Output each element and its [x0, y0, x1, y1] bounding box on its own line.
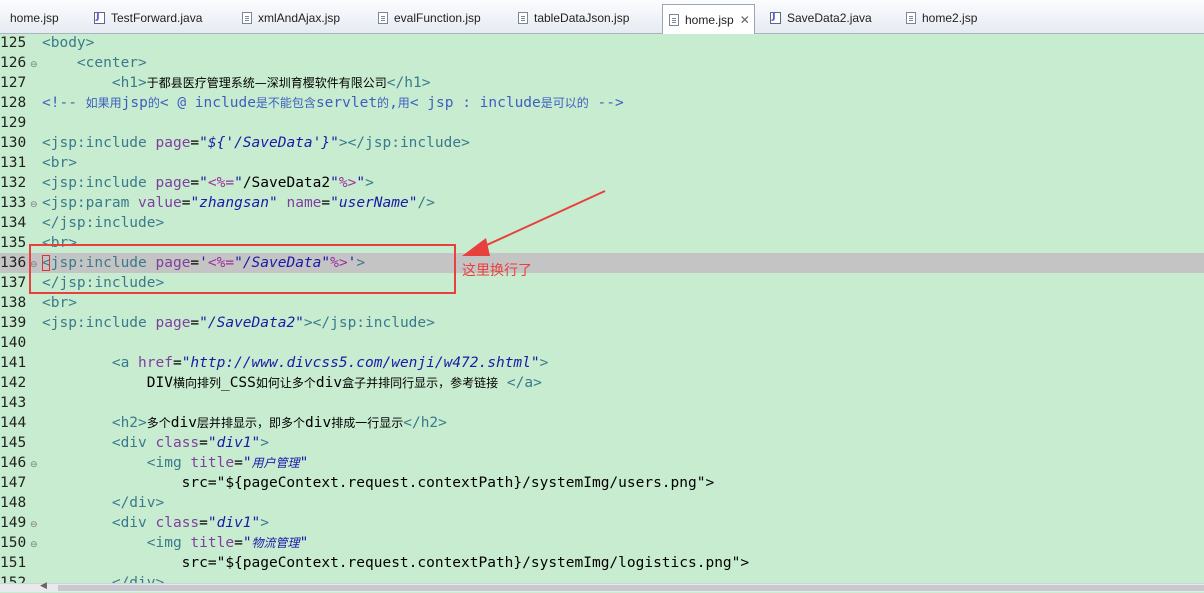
scrollbar-thumb[interactable]: [58, 585, 1204, 591]
tab-label: home.jsp: [685, 12, 734, 27]
close-tab-icon[interactable]: ✕: [740, 13, 750, 27]
scroll-left-icon[interactable]: ◀: [40, 581, 47, 591]
annotation-arrow-icon: [462, 190, 606, 256]
jsp-file-icon: [669, 13, 679, 26]
tab-home-jsp-active[interactable]: home.jsp ✕: [662, 4, 755, 34]
annotation-text: 这里换行了: [462, 263, 532, 279]
